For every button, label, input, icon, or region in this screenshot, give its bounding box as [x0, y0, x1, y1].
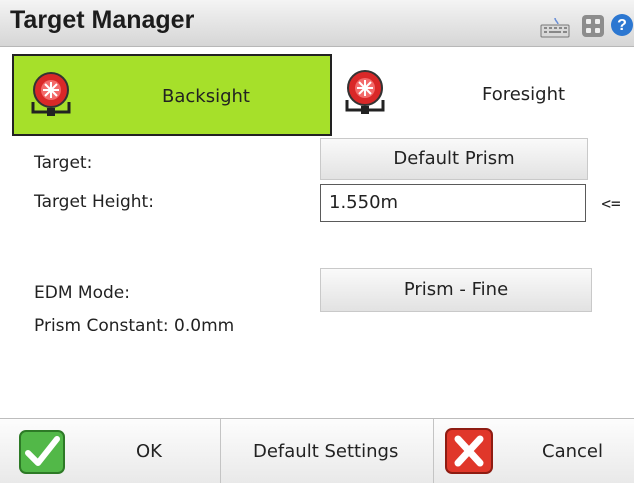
edm-mode-button[interactable]: Prism - Fine: [320, 268, 592, 312]
title-bar: Target Manager ?: [0, 0, 634, 47]
default-settings-button[interactable]: Default Settings: [221, 419, 433, 483]
ok-button[interactable]: OK: [0, 419, 220, 483]
help-icon[interactable]: ?: [610, 13, 634, 41]
cancel-button[interactable]: Cancel: [434, 419, 634, 483]
target-height-input[interactable]: 1.550m: [320, 184, 586, 222]
checkmark-icon: [18, 429, 66, 479]
default-settings-label: Default Settings: [253, 441, 399, 462]
tab-backsight[interactable]: Backsight: [12, 54, 332, 136]
tab-foresight[interactable]: Foresight: [332, 54, 634, 136]
target-height-label: Target Height:: [34, 192, 154, 212]
ok-label: OK: [136, 441, 162, 462]
edm-mode-label: EDM Mode:: [34, 283, 130, 303]
close-x-icon: [444, 427, 494, 479]
svg-text:?: ?: [617, 17, 627, 34]
prism-target-icon: [28, 68, 74, 118]
prism-constant-text: Prism Constant: 0.0mm: [34, 316, 235, 336]
height-fill-button[interactable]: <=: [592, 186, 630, 222]
keyboard-icon[interactable]: [540, 16, 570, 42]
prism-target-icon: [342, 66, 388, 116]
grid-icon[interactable]: [582, 15, 604, 41]
target-select-button[interactable]: Default Prism: [320, 138, 588, 180]
window-title: Target Manager: [10, 6, 195, 34]
target-label: Target:: [34, 153, 93, 173]
cancel-label: Cancel: [542, 441, 603, 462]
tab-bar: Backsight Foresight: [0, 54, 634, 136]
tab-backsight-label: Backsight: [162, 86, 250, 107]
tab-foresight-label: Foresight: [482, 84, 566, 105]
bottom-bar: OK Default Settings Cancel: [0, 418, 634, 483]
